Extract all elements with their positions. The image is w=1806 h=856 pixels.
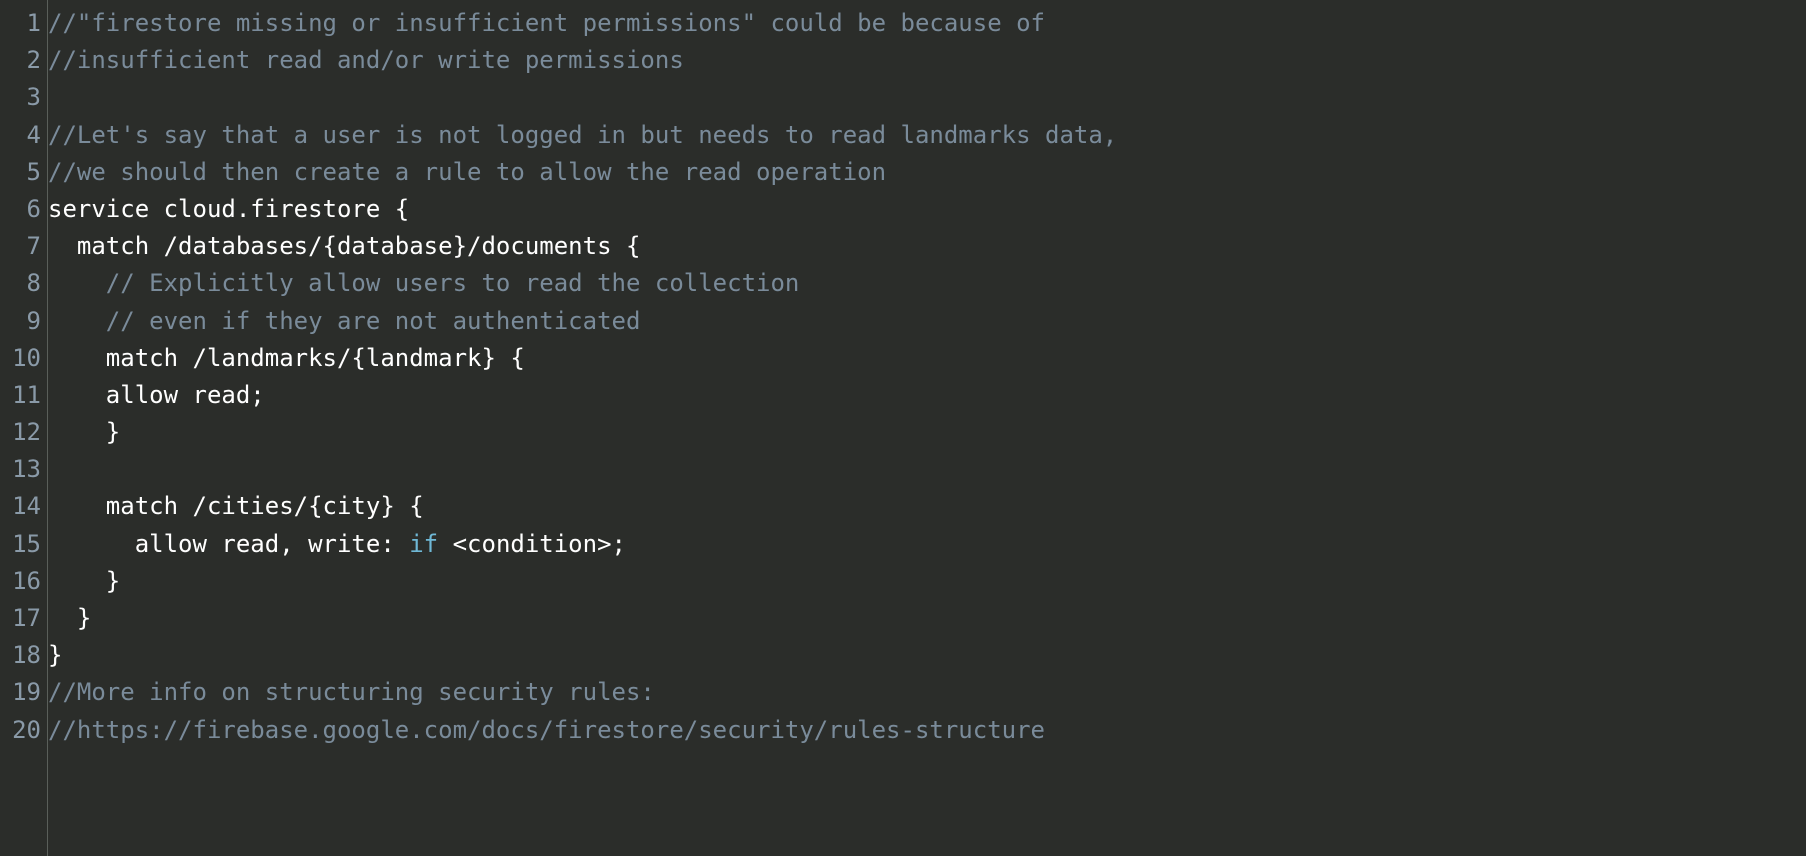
code-token: //insufficient read and/or write permiss… <box>48 46 684 74</box>
code-line[interactable]: } <box>48 414 1806 451</box>
code-line[interactable]: service cloud.firestore { <box>48 191 1806 228</box>
code-line[interactable]: //we should then create a rule to allow … <box>48 154 1806 191</box>
code-line[interactable]: } <box>48 637 1806 674</box>
line-number: 7 <box>0 228 41 265</box>
code-line[interactable] <box>48 451 1806 488</box>
code-line[interactable]: //https://firebase.google.com/docs/fires… <box>48 712 1806 749</box>
code-token: // even if they are not authenticated <box>106 307 641 335</box>
code-token: if <box>409 530 438 558</box>
line-number: 1 <box>0 5 41 42</box>
code-token: allow read; <box>48 381 265 409</box>
line-number: 4 <box>0 117 41 154</box>
code-token: allow read, write: <box>48 530 409 558</box>
line-number: 11 <box>0 377 41 414</box>
code-line[interactable]: allow read, write: if <condition>; <box>48 526 1806 563</box>
code-line[interactable]: match /landmarks/{landmark} { <box>48 340 1806 377</box>
code-token: } <box>48 641 62 669</box>
code-line[interactable]: } <box>48 600 1806 637</box>
code-line[interactable]: //More info on structuring security rule… <box>48 674 1806 711</box>
code-token: match /databases/{database}/documents { <box>48 232 640 260</box>
code-token: //Let's say that a user is not logged in… <box>48 121 1117 149</box>
code-line[interactable]: // Explicitly allow users to read the co… <box>48 265 1806 302</box>
line-number: 12 <box>0 414 41 451</box>
code-line[interactable]: //"firestore missing or insufficient per… <box>48 5 1806 42</box>
line-number: 10 <box>0 340 41 377</box>
code-line[interactable]: // even if they are not authenticated <box>48 303 1806 340</box>
code-token: <condition>; <box>438 530 626 558</box>
code-line[interactable]: //Let's say that a user is not logged in… <box>48 117 1806 154</box>
line-number: 6 <box>0 191 41 228</box>
code-token: service cloud.firestore { <box>48 195 409 223</box>
code-token <box>48 307 106 335</box>
line-number: 15 <box>0 526 41 563</box>
code-area[interactable]: //"firestore missing or insufficient per… <box>48 0 1806 856</box>
code-token: } <box>48 567 120 595</box>
code-line[interactable]: allow read; <box>48 377 1806 414</box>
line-number: 3 <box>0 79 41 116</box>
line-number: 18 <box>0 637 41 674</box>
code-token: } <box>48 418 178 446</box>
code-token: //"firestore missing or insufficient per… <box>48 9 1045 37</box>
line-number: 9 <box>0 303 41 340</box>
code-token: // Explicitly allow users to read the co… <box>106 269 800 297</box>
code-line[interactable]: } <box>48 563 1806 600</box>
code-line[interactable]: //insufficient read and/or write permiss… <box>48 42 1806 79</box>
line-number-gutter: 1234567891011121314151617181920 <box>0 0 48 856</box>
line-number: 8 <box>0 265 41 302</box>
line-number: 16 <box>0 563 41 600</box>
code-line[interactable]: match /cities/{city} { <box>48 488 1806 525</box>
code-token <box>48 269 106 297</box>
line-number: 13 <box>0 451 41 488</box>
line-number: 17 <box>0 600 41 637</box>
code-token: //we should then create a rule to allow … <box>48 158 886 186</box>
code-token: //More info on structuring security rule… <box>48 678 655 706</box>
line-number: 14 <box>0 488 41 525</box>
code-line[interactable]: match /databases/{database}/documents { <box>48 228 1806 265</box>
code-token: //https://firebase.google.com/docs/fires… <box>48 716 1045 744</box>
line-number: 5 <box>0 154 41 191</box>
code-line[interactable] <box>48 79 1806 116</box>
code-token: match /landmarks/{landmark} { <box>48 344 525 372</box>
line-number: 20 <box>0 712 41 749</box>
code-token: } <box>48 604 91 632</box>
line-number: 19 <box>0 674 41 711</box>
line-number: 2 <box>0 42 41 79</box>
code-editor[interactable]: 1234567891011121314151617181920 //"fires… <box>0 0 1806 856</box>
code-token: match /cities/{city} { <box>48 492 424 520</box>
